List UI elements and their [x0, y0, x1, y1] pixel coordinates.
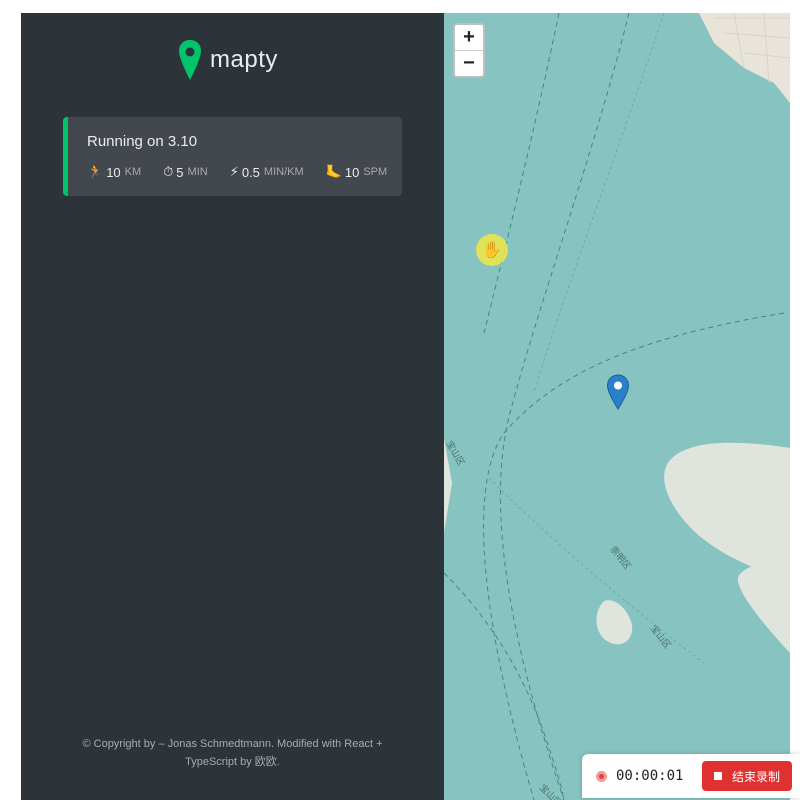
workout-cadence: 🦶 10 SPM [326, 164, 388, 180]
workout-title: Running on 3.10 [87, 133, 198, 150]
screen-recorder-bar: 00:00:01 结束录制 [582, 754, 800, 798]
cadence-value: 10 [344, 164, 360, 180]
duration-unit: MIN [187, 166, 208, 178]
stop-icon [713, 772, 722, 780]
running-icon: 🏃 [87, 164, 104, 179]
sidebar: mapty Running on 3.10 🏃 10 KM ⏱ 5 MIN ⚡ … [21, 13, 444, 800]
stop-recording-label: 结束录制 [731, 769, 780, 784]
pace-value: 0.5 [241, 164, 260, 180]
footprint-icon: 🦶 [325, 164, 342, 179]
logo: mapty [178, 38, 278, 82]
stopwatch-icon: ⏱ [163, 164, 174, 179]
pace-unit: MIN/KM [263, 166, 304, 178]
duration-value: 5 [176, 164, 184, 180]
hand-cursor-icon: ✋ [482, 242, 502, 259]
cursor-highlight: ✋ [476, 234, 508, 266]
map[interactable]: 崇明区 宝山区 宝山区 宝山区 + − ✋ [444, 13, 790, 800]
cadence-unit: SPM [363, 166, 388, 178]
stop-recording-button[interactable]: 结束录制 [702, 761, 792, 791]
recording-indicator-icon [596, 770, 607, 782]
workout-duration: ⏱ 5 MIN [163, 164, 208, 180]
zoom-control: + − [453, 23, 485, 78]
lightning-icon: ⚡ [229, 164, 239, 179]
copyright-line-2: TypeScript by 欧欧. [185, 756, 280, 768]
copyright-line-1: © Copyright by – Jonas Schmedtmann. Modi… [82, 738, 383, 750]
zoom-in-button[interactable]: + [455, 25, 483, 51]
zoom-out-button[interactable]: − [455, 51, 483, 76]
app-window: mapty Running on 3.10 🏃 10 KM ⏱ 5 MIN ⚡ … [21, 13, 790, 800]
copyright: © Copyright by – Jonas Schmedtmann. Modi… [61, 735, 404, 771]
distance-value: 10 [106, 164, 121, 180]
workout-card[interactable]: Running on 3.10 🏃 10 KM ⏱ 5 MIN ⚡ 0.5 MI… [63, 117, 402, 196]
workout-details: 🏃 10 KM ⏱ 5 MIN ⚡ 0.5 MIN/KM 🦶 10 SPM [87, 164, 387, 180]
workout-pace: ⚡ 0.5 MIN/KM [230, 164, 304, 180]
recording-timer: 00:00:01 [616, 768, 684, 784]
map-marker-icon[interactable] [606, 374, 630, 410]
map-pin-logo-icon [179, 40, 201, 80]
app-name: mapty [210, 46, 278, 73]
distance-unit: KM [124, 166, 142, 178]
workout-distance: 🏃 10 KM [87, 164, 141, 180]
